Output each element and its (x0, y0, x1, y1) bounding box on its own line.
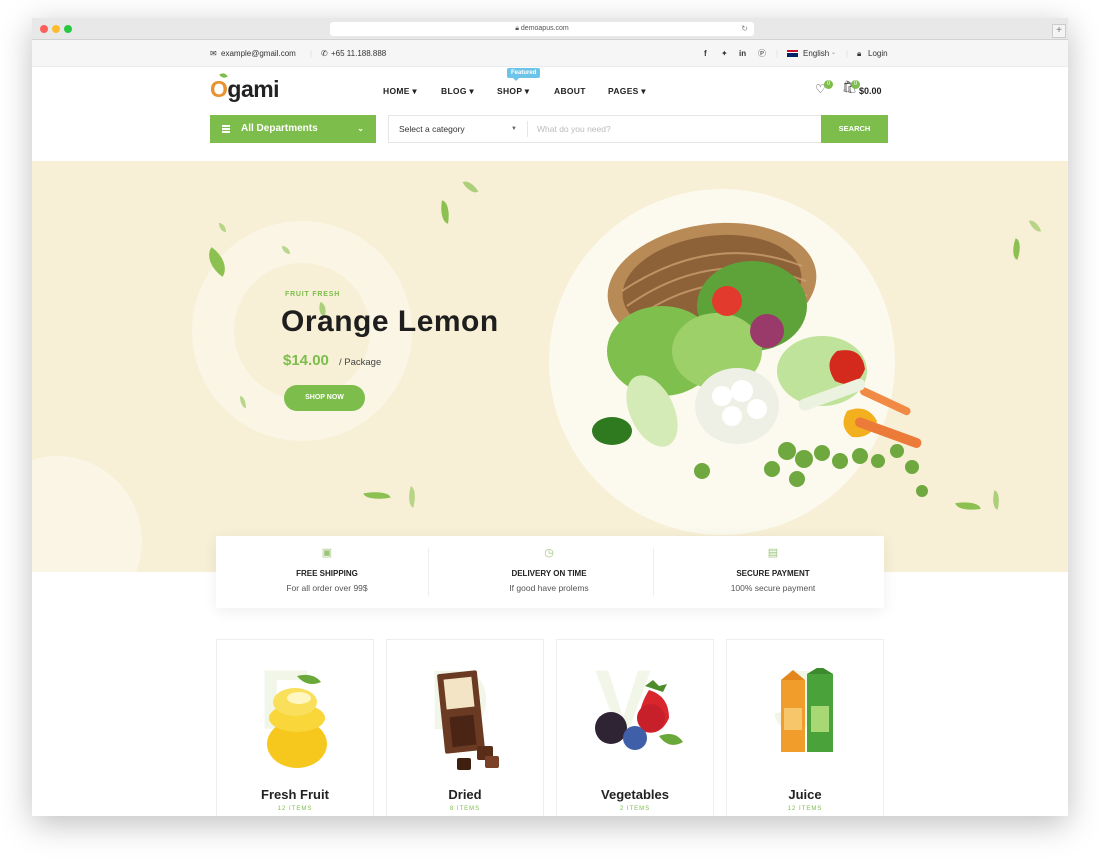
leaf-decoration (363, 488, 391, 503)
shop-now-button[interactable]: SHOP NOW (284, 385, 365, 411)
divider: | (846, 49, 849, 58)
category-card-fresh-fruit[interactable]: F Fresh Fruit 12 ITEMS (216, 639, 374, 816)
divider (527, 121, 528, 137)
minimize-window-button[interactable] (52, 25, 60, 33)
nav-shop[interactable]: SHOP ▾ (497, 86, 529, 97)
leaf-decoration (955, 498, 981, 514)
feature-subtitle: For all order over 99$ (286, 583, 368, 593)
site-logo[interactable]: Ogami (210, 76, 280, 103)
envelope-icon: ✉ (210, 49, 217, 58)
reload-icon[interactable]: ↻ (741, 22, 748, 36)
berries-image (595, 680, 683, 750)
lock-icon: 🔒︎ (857, 49, 862, 58)
close-window-button[interactable] (40, 25, 48, 33)
chevron-down-icon: ⌄ (357, 124, 364, 133)
divider: | (310, 49, 313, 58)
chocolate-box-image (437, 670, 499, 770)
juice-cartons-image (781, 668, 833, 752)
feature-free-shipping: ▣ FREE SHIPPING For all order over 99$ (216, 536, 438, 608)
all-departments-button[interactable]: All Departments ⌄ (210, 115, 376, 143)
feature-subtitle: 100% secure payment (730, 583, 816, 593)
search-input[interactable] (537, 116, 817, 142)
search-bar: Select a category ▼ SEARCH (388, 115, 888, 143)
category-card-vegetables[interactable]: V Vegetables 2 ITEMS (556, 639, 714, 816)
nav-about[interactable]: ABOUT (554, 86, 586, 96)
category-count: 12 ITEMS (787, 806, 823, 812)
feature-subtitle: If good have prolems (509, 583, 589, 593)
hero-title: Orange Lemon (281, 305, 499, 338)
leaf-decoration (219, 223, 226, 232)
nav-pages[interactable]: PAGES ▾ (608, 86, 646, 97)
address-bar[interactable]: 🔒︎ demoapus.com ↻ (330, 22, 754, 36)
desktop-background: 🔒︎ demoapus.com ↻ + ✉ example@gmail.com … (0, 0, 1100, 862)
category-name: Dried (448, 787, 482, 802)
feature-title: SECURE PAYMENT (736, 569, 810, 578)
hero-price: $14.00 (283, 352, 329, 369)
leaf-decoration (1028, 218, 1042, 234)
wishlist-count-badge: 0 (824, 80, 833, 89)
twitter-icon[interactable]: ✦ (721, 40, 728, 67)
divider (428, 548, 429, 596)
logo-text: gami (227, 76, 280, 102)
divider: | (776, 49, 779, 58)
category-name: Vegetables (601, 787, 669, 802)
divider (653, 548, 654, 596)
category-select[interactable]: Select a category (399, 116, 465, 142)
linkedin-icon[interactable]: in (739, 40, 746, 67)
hero-price-unit: / Package (339, 357, 382, 368)
hero-eyebrow: FRUIT FRESH (285, 291, 341, 298)
category-name: Juice (788, 787, 822, 802)
decorative-circle (32, 456, 142, 572)
leaf-decoration (1008, 238, 1025, 260)
truck-icon: ▣ (321, 547, 333, 559)
top-info-bar: ✉ example@gmail.com | ✆ +65 11.188.888 f… (32, 40, 1068, 67)
menu-icon (222, 125, 230, 133)
search-button[interactable]: SEARCH (821, 115, 888, 143)
featured-badge: Featured (507, 68, 541, 81)
logo-o: O (210, 76, 228, 102)
features-strip: ▣ FREE SHIPPING For all order over 99$ ◷… (216, 536, 884, 608)
leaf-decoration (989, 490, 1003, 510)
leaf-decoration (405, 486, 419, 508)
category-name: Fresh Fruit (261, 787, 329, 802)
phone-icon: ✆ (321, 49, 328, 58)
category-card-juice[interactable]: J Juice 12 ITEMS (726, 639, 884, 816)
browser-window: 🔒︎ demoapus.com ↻ + ✉ example@gmail.com … (32, 18, 1068, 816)
caret-down-icon: ▼ (511, 126, 517, 132)
nav-home[interactable]: HOME ▾ (383, 86, 417, 97)
category-count: 8 ITEMS (449, 806, 481, 812)
feature-title: FREE SHIPPING (296, 569, 358, 578)
feature-delivery: ◷ DELIVERY ON TIME If good have prolems (438, 536, 660, 608)
chevron-down-icon: ⌄ (831, 50, 837, 56)
departments-label: All Departments (241, 123, 318, 134)
category-count: 2 ITEMS (619, 806, 651, 812)
cart-total[interactable]: $0.00 (859, 86, 882, 96)
feature-title: DELIVERY ON TIME (511, 569, 587, 578)
credit-card-icon: ▤ (767, 547, 779, 559)
lemon-image (267, 674, 327, 768)
maximize-window-button[interactable] (64, 25, 72, 33)
category-card-dried[interactable]: D Dried 8 ITEMS (386, 639, 544, 816)
nav-blog[interactable]: BLOG ▾ (441, 86, 474, 97)
category-count: 12 ITEMS (277, 806, 313, 812)
uk-flag-icon (787, 50, 798, 57)
hero-banner: FRUIT FRESH Orange Lemon $14.00 / Packag… (32, 161, 1068, 572)
facebook-icon[interactable]: f (704, 40, 707, 67)
login-link[interactable]: Login (868, 40, 888, 67)
email-link[interactable]: example@gmail.com (221, 40, 296, 67)
pinterest-icon[interactable]: Ⓟ (758, 40, 766, 67)
vegetable-basket-image (592, 222, 928, 497)
feature-secure-payment: ▤ SECURE PAYMENT 100% secure payment (662, 536, 884, 608)
browser-titlebar: 🔒︎ demoapus.com ↻ + (32, 18, 1068, 40)
leaf-decoration (462, 177, 479, 197)
leaf-decoration (438, 200, 452, 224)
new-tab-button[interactable]: + (1052, 24, 1066, 38)
url-text: demoapus.com (520, 25, 569, 32)
language-selector[interactable]: English (803, 40, 829, 67)
phone-link[interactable]: +65 11.188.888 (331, 40, 386, 67)
clock-icon: ◷ (544, 547, 554, 559)
